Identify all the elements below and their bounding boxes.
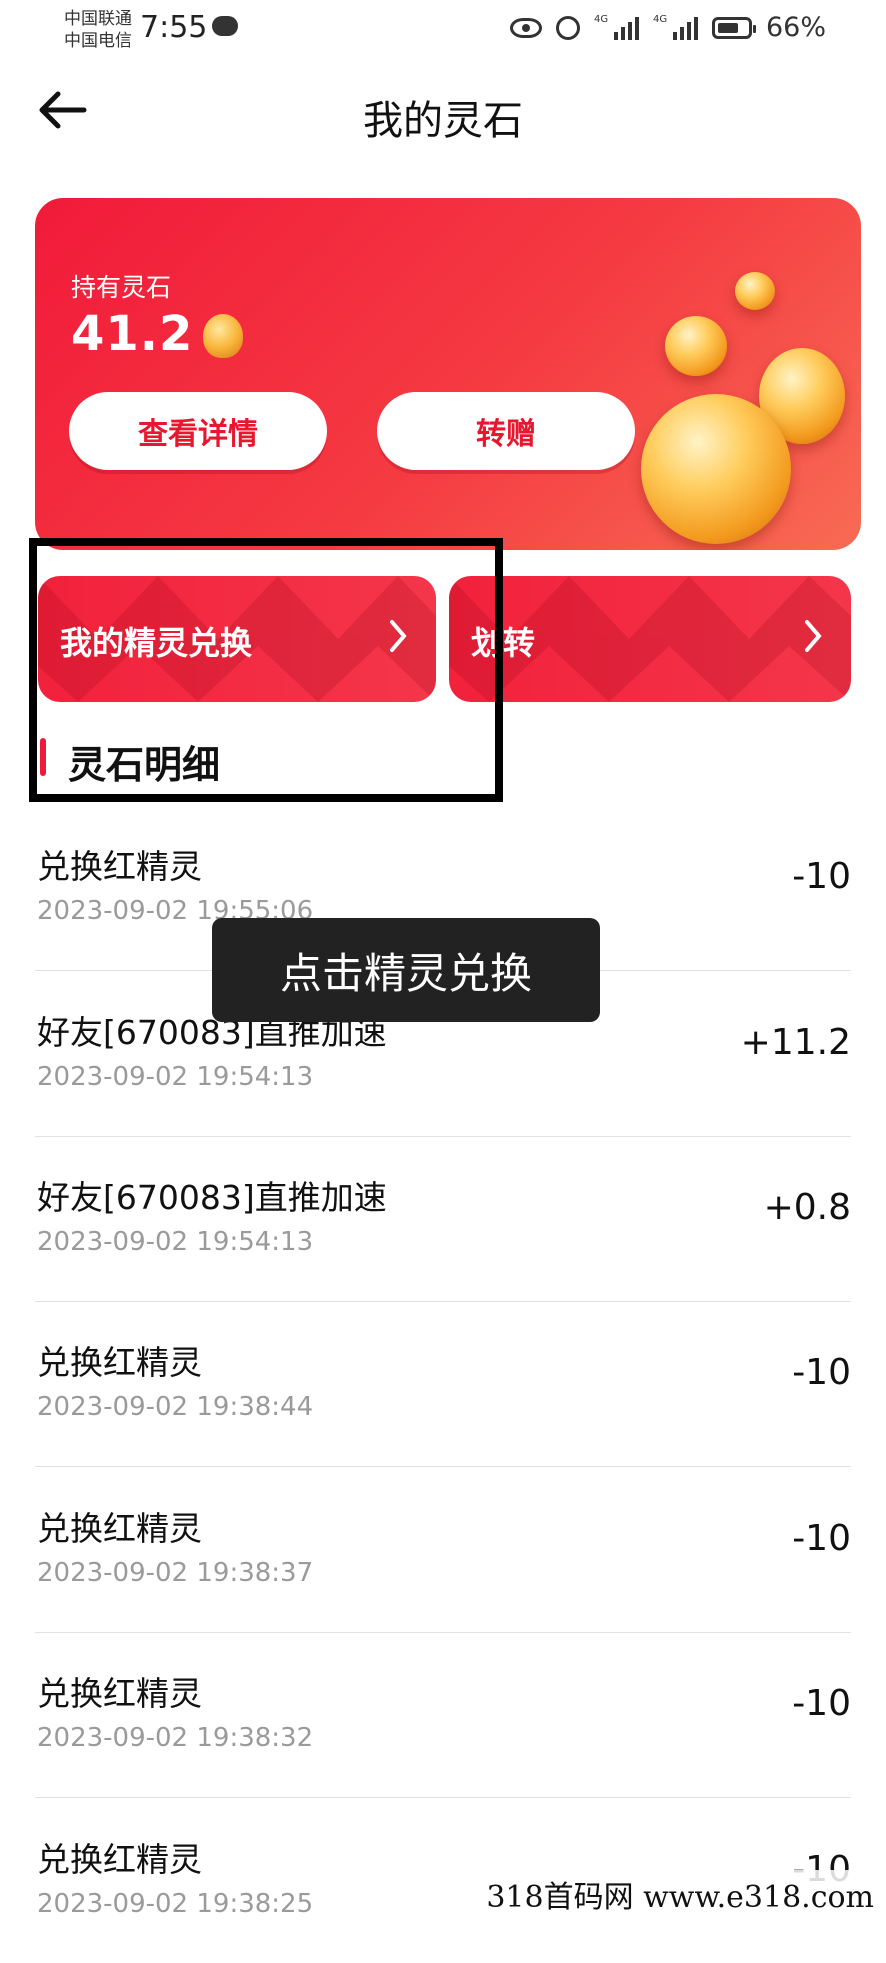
page-title: 我的灵石 — [363, 98, 523, 144]
record-amount: -10 — [792, 1352, 851, 1393]
record-time: 2023-09-02 19:38:32 — [37, 1723, 314, 1753]
record-row[interactable]: 兑换红精灵 2023-09-02 19:38:32 -10 — [35, 1631, 851, 1798]
record-time: 2023-09-02 19:54:13 — [37, 1227, 314, 1257]
record-amount: +0.8 — [763, 1187, 851, 1228]
record-title: 兑换红精灵 — [37, 1509, 202, 1548]
clock: 7:55 — [140, 10, 208, 45]
record-time: 2023-09-02 19:38:37 — [37, 1558, 314, 1588]
spirit-stone-icon — [203, 314, 243, 358]
carrier-info: 中国联通 中国电信 — [64, 8, 132, 52]
record-amount: -10 — [792, 1683, 851, 1724]
view-details-button[interactable]: 查看详情 — [69, 392, 327, 470]
chevron-right-icon — [805, 620, 822, 652]
battery-icon — [711, 16, 756, 39]
stone-decoration-1 — [735, 272, 775, 310]
signal-4g-icon-2: 4G — [653, 14, 698, 40]
signal-4g-icon: 4G — [594, 14, 639, 40]
record-amount: +11.2 — [740, 1022, 851, 1063]
record-title: 好友[670083]直推加速 — [37, 1178, 387, 1217]
record-amount: -10 — [792, 1518, 851, 1559]
watermark: 318首码网 www.e318.com — [480, 1870, 880, 1918]
status-bar: 中国联通 中国电信 7:55 4G 4G 66% — [0, 0, 886, 62]
stone-decoration-4 — [641, 394, 791, 544]
carrier-unicom: 中国联通 — [64, 9, 132, 29]
stone-decoration-2 — [665, 316, 727, 376]
toast-message: 点击精灵兑换 — [212, 918, 600, 1022]
record-time: 2023-09-02 19:38:44 — [37, 1392, 314, 1422]
record-row[interactable]: 兑换红精灵 2023-09-02 19:38:37 -10 — [35, 1466, 851, 1633]
status-icons: 4G 4G 66% — [509, 12, 826, 43]
record-title: 兑换红精灵 — [37, 1840, 202, 1879]
highlight-annotation-box — [29, 538, 503, 802]
gift-button[interactable]: 转赠 — [377, 392, 635, 470]
record-title: 兑换红精灵 — [37, 1343, 202, 1382]
record-time: 2023-09-02 19:54:13 — [37, 1062, 314, 1092]
record-amount: -10 — [792, 856, 851, 897]
record-title: 兑换红精灵 — [37, 847, 202, 886]
battery-percent: 66% — [765, 12, 826, 43]
carrier-telecom: 中国电信 — [64, 31, 132, 51]
record-time: 2023-09-02 19:38:25 — [37, 1889, 314, 1919]
balance-card: 持有灵石 41.2 查看详情 转赠 — [35, 198, 861, 550]
alarm-icon — [555, 15, 580, 40]
eye-icon — [509, 17, 542, 38]
balance-label: 持有灵石 — [71, 273, 172, 302]
message-icon — [212, 16, 238, 36]
record-title: 兑换红精灵 — [37, 1674, 202, 1713]
record-row[interactable]: 兑换红精灵 2023-09-02 19:38:44 -10 — [35, 1300, 851, 1467]
balance-amount: 41.2 — [71, 306, 194, 362]
record-row[interactable]: 好友[670083]直推加速 2023-09-02 19:54:13 +0.8 — [35, 1135, 851, 1302]
transfer-button[interactable]: 划转 — [449, 576, 851, 702]
